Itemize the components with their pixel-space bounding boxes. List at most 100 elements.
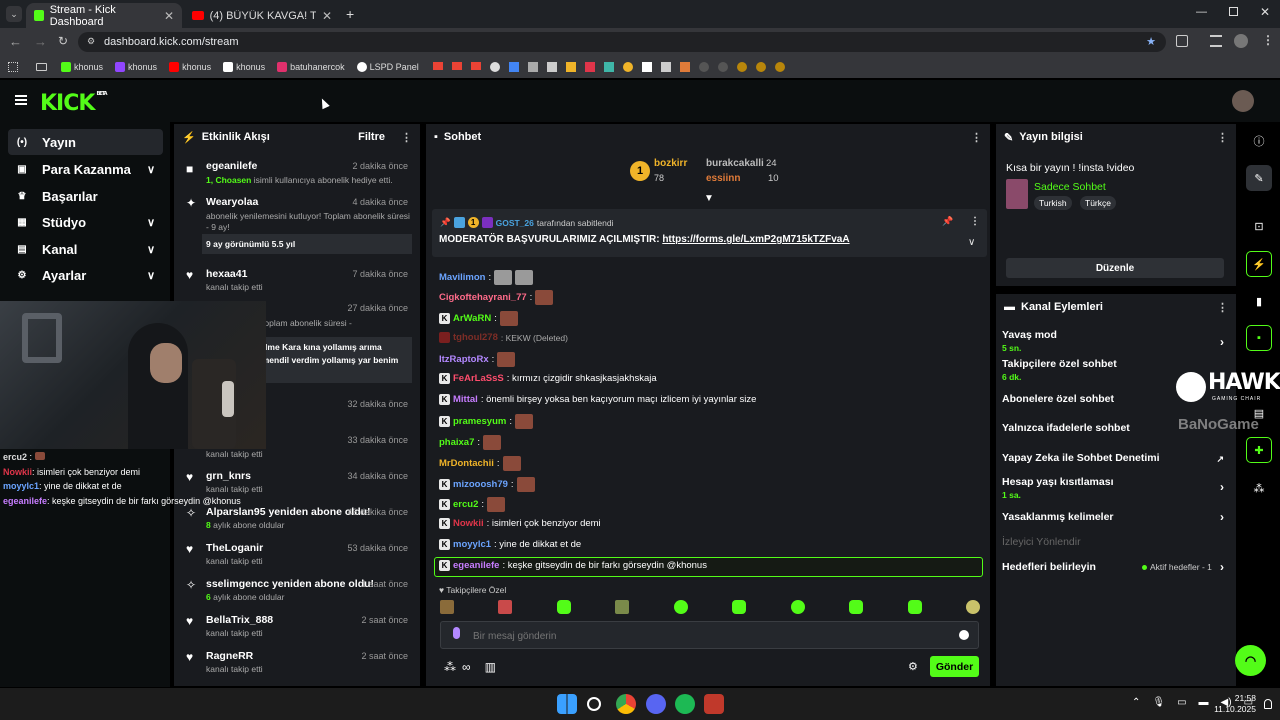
bookmark-icon[interactable] bbox=[660, 62, 671, 72]
collapse-leaderboard-icon[interactable]: ▼ bbox=[704, 193, 714, 204]
infinity-icon[interactable]: ∞ bbox=[462, 660, 471, 674]
discord-icon[interactable] bbox=[646, 694, 666, 714]
chat-icon[interactable]: ▪ bbox=[1246, 325, 1272, 351]
bookmark-item[interactable]: batuhanercok bbox=[273, 62, 349, 72]
more-options-icon[interactable]: ⋮ bbox=[1217, 301, 1228, 314]
action-ai-moderation[interactable]: Yapay Zeka ile Sohbet Denetimi ↗ bbox=[1002, 452, 1228, 464]
clock[interactable]: 21:58 11.10.2025 bbox=[1208, 693, 1256, 715]
display-icon[interactable]: ▭ bbox=[1177, 697, 1186, 708]
bot-icon[interactable]: ⁂ bbox=[1246, 475, 1272, 501]
action-banned-words[interactable]: Yasaklanmış kelimeler › bbox=[1002, 510, 1228, 524]
pinned-message[interactable]: 📌 1 GOST_26 tarafından sabitlendi MODERA… bbox=[432, 209, 987, 257]
lightning-icon[interactable]: ⚡ bbox=[1246, 251, 1272, 277]
chat-message[interactable]: Kegeanilefe: keşke gitseydin de bir fark… bbox=[439, 560, 707, 571]
activity-event[interactable]: ✦ Wearyolaa 4 dakika önce abonelik yenil… bbox=[174, 194, 418, 264]
chat-message[interactable]: K ArWaRN: bbox=[439, 311, 518, 326]
chat-message[interactable]: Kercu2: bbox=[439, 497, 505, 512]
emote-icon[interactable] bbox=[965, 600, 980, 614]
chat-message-input[interactable] bbox=[473, 628, 943, 644]
search-icon[interactable] bbox=[587, 697, 601, 711]
more-options-icon[interactable]: ⋮ bbox=[1217, 131, 1228, 144]
unpin-icon[interactable]: 📌 bbox=[942, 216, 953, 227]
back-icon[interactable]: ← bbox=[9, 34, 22, 49]
chat-message[interactable]: ItzRaptoRx: bbox=[439, 352, 516, 367]
tag[interactable]: Türkçe bbox=[1080, 196, 1116, 210]
edit-icon[interactable]: ✎ bbox=[1246, 165, 1272, 191]
tab-kick-dashboard[interactable]: Stream - Kick Dashboard ✕ bbox=[26, 3, 182, 28]
bookmark-item[interactable]: khonus bbox=[111, 62, 161, 72]
url-input[interactable]: ⚙ dashboard.kick.com/stream ★ bbox=[78, 32, 1166, 52]
bookmark-item[interactable]: LSPD Panel bbox=[353, 62, 423, 72]
kick-logo[interactable]: KICK BETA bbox=[40, 91, 108, 116]
bookmark-icon[interactable] bbox=[698, 62, 709, 72]
profile-avatar[interactable] bbox=[1234, 34, 1248, 48]
bookmark-icon[interactable] bbox=[546, 62, 557, 72]
chat-message[interactable]: Kmizooosh79: bbox=[439, 477, 535, 492]
folder-icon[interactable] bbox=[36, 63, 47, 71]
browser-menu-icon[interactable]: ⋮ bbox=[1262, 33, 1274, 47]
forward-icon[interactable]: → bbox=[34, 34, 47, 49]
activity-event[interactable]: ✧ sselimgencc yeniden abone oldu! 1 saat… bbox=[174, 576, 418, 606]
store-icon[interactable]: ▥ bbox=[485, 660, 496, 674]
activity-event[interactable]: ♥ RagneRR 2 saat önce kanalı takip etti bbox=[174, 648, 418, 678]
chat-input[interactable] bbox=[440, 621, 979, 649]
user-avatar[interactable] bbox=[1232, 90, 1254, 112]
bookmark-icon[interactable] bbox=[603, 62, 614, 72]
emote-icon[interactable] bbox=[732, 600, 747, 614]
bookmark-item[interactable]: khonus bbox=[219, 62, 269, 72]
tag[interactable]: Turkish bbox=[1034, 196, 1072, 210]
pinned-link[interactable]: https://forms.gle/LxmP2gM715kTZFvaA bbox=[662, 234, 849, 245]
action-account-age[interactable]: Hesap yaşı kısıtlaması 1 sa. › bbox=[1002, 476, 1228, 500]
category-name[interactable]: Sadece Sohbet bbox=[1034, 181, 1106, 193]
bookmark-icon[interactable] bbox=[508, 62, 519, 72]
new-tab-button[interactable]: + bbox=[346, 6, 354, 22]
emoji-icon[interactable] bbox=[959, 630, 969, 640]
sidebar-item-yayin[interactable]: (•) Yayın bbox=[8, 129, 163, 155]
spotify-icon[interactable] bbox=[675, 694, 695, 714]
sidebar-item-ayarlar[interactable]: ⚙ Ayarlar ∨ bbox=[8, 262, 163, 288]
emote-icon[interactable] bbox=[673, 600, 688, 614]
tab-youtube[interactable]: (4) BÜYÜK KAVGA! Türkiye'de Y ✕ bbox=[184, 3, 340, 28]
close-tab-icon[interactable]: ✕ bbox=[164, 9, 174, 23]
apps-icon[interactable] bbox=[8, 62, 18, 72]
leader-name[interactable]: essiinn bbox=[706, 173, 740, 184]
chat-message[interactable]: tghoul278: KEKW (Deleted) bbox=[439, 332, 568, 343]
bookmark-icon[interactable] bbox=[755, 62, 766, 72]
chevron-down-icon[interactable]: ∨ bbox=[968, 237, 975, 248]
gmail-icon[interactable] bbox=[432, 62, 443, 70]
sidebar-item-studyo[interactable]: ▦ Stüdyo ∨ bbox=[8, 209, 163, 235]
support-button[interactable]: ◠ bbox=[1235, 645, 1266, 676]
emote-icon[interactable] bbox=[615, 600, 630, 614]
bookmark-icon[interactable] bbox=[717, 62, 728, 72]
bookmark-star-icon[interactable]: ★ bbox=[1146, 35, 1156, 48]
more-options-icon[interactable]: ⋮ bbox=[401, 131, 412, 144]
close-window-icon[interactable]: ✕ bbox=[1260, 5, 1270, 19]
media-icon[interactable]: ▤ bbox=[1246, 400, 1272, 426]
activity-event[interactable]: ♥ TheLoganir 53 dakika önce kanalı takip… bbox=[174, 540, 418, 570]
emote-icon[interactable] bbox=[849, 600, 864, 614]
send-button[interactable]: Gönder bbox=[930, 656, 979, 677]
windows-start-icon[interactable] bbox=[557, 694, 577, 714]
more-options-icon[interactable]: ⋮ bbox=[970, 216, 980, 227]
hamburger-menu-icon[interactable] bbox=[15, 95, 27, 105]
chat-message[interactable]: phaixa7: bbox=[439, 435, 502, 450]
bookmark-icon[interactable] bbox=[622, 62, 633, 72]
tray-arrow-icon[interactable]: ⌃ bbox=[1132, 697, 1140, 708]
filter-button[interactable]: Filtre bbox=[358, 131, 385, 143]
chat-message[interactable]: MrDontachii: bbox=[439, 456, 521, 471]
leader-name[interactable]: burakcakalli bbox=[706, 158, 764, 169]
category-thumbnail[interactable] bbox=[1006, 179, 1028, 209]
action-raid[interactable]: İzleyici Yönlendir bbox=[1002, 536, 1228, 548]
emote-icon[interactable] bbox=[498, 600, 513, 614]
bookmark-icon[interactable] bbox=[527, 62, 538, 72]
chat-message[interactable]: Kmoyylc1: yine de dikkat et de bbox=[439, 539, 581, 550]
sidebar-item-basarilar[interactable]: ♛ Başarılar bbox=[8, 183, 163, 209]
chat-message[interactable]: K Nowkii: isimleri çok benziyor demi bbox=[439, 518, 601, 529]
reload-icon[interactable]: ↻ bbox=[58, 34, 68, 48]
site-info-icon[interactable]: ⚙ bbox=[87, 36, 95, 47]
leader-name[interactable]: bozkirr bbox=[654, 158, 687, 169]
microphone-icon[interactable] bbox=[453, 627, 460, 639]
chat-message[interactable]: Kpramesyum: bbox=[439, 414, 533, 429]
chrome-icon[interactable] bbox=[616, 694, 636, 714]
bookmark-item[interactable]: khonus bbox=[165, 62, 215, 72]
